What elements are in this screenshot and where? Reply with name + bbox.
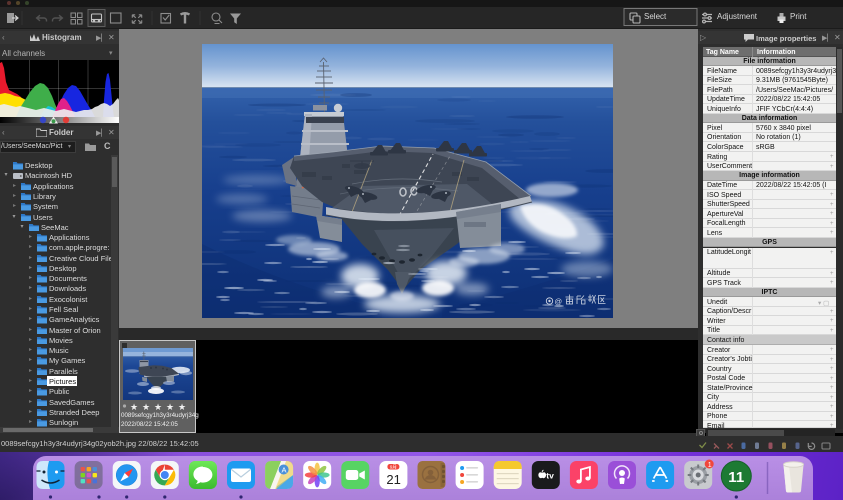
svg-text:@: @ [555, 297, 563, 306]
svg-text:11: 11 [728, 469, 744, 486]
svg-text:21: 21 [386, 472, 400, 487]
svg-text:tv: tv [546, 471, 554, 481]
svg-text:1: 1 [708, 462, 712, 469]
svg-text:A: A [282, 465, 287, 474]
